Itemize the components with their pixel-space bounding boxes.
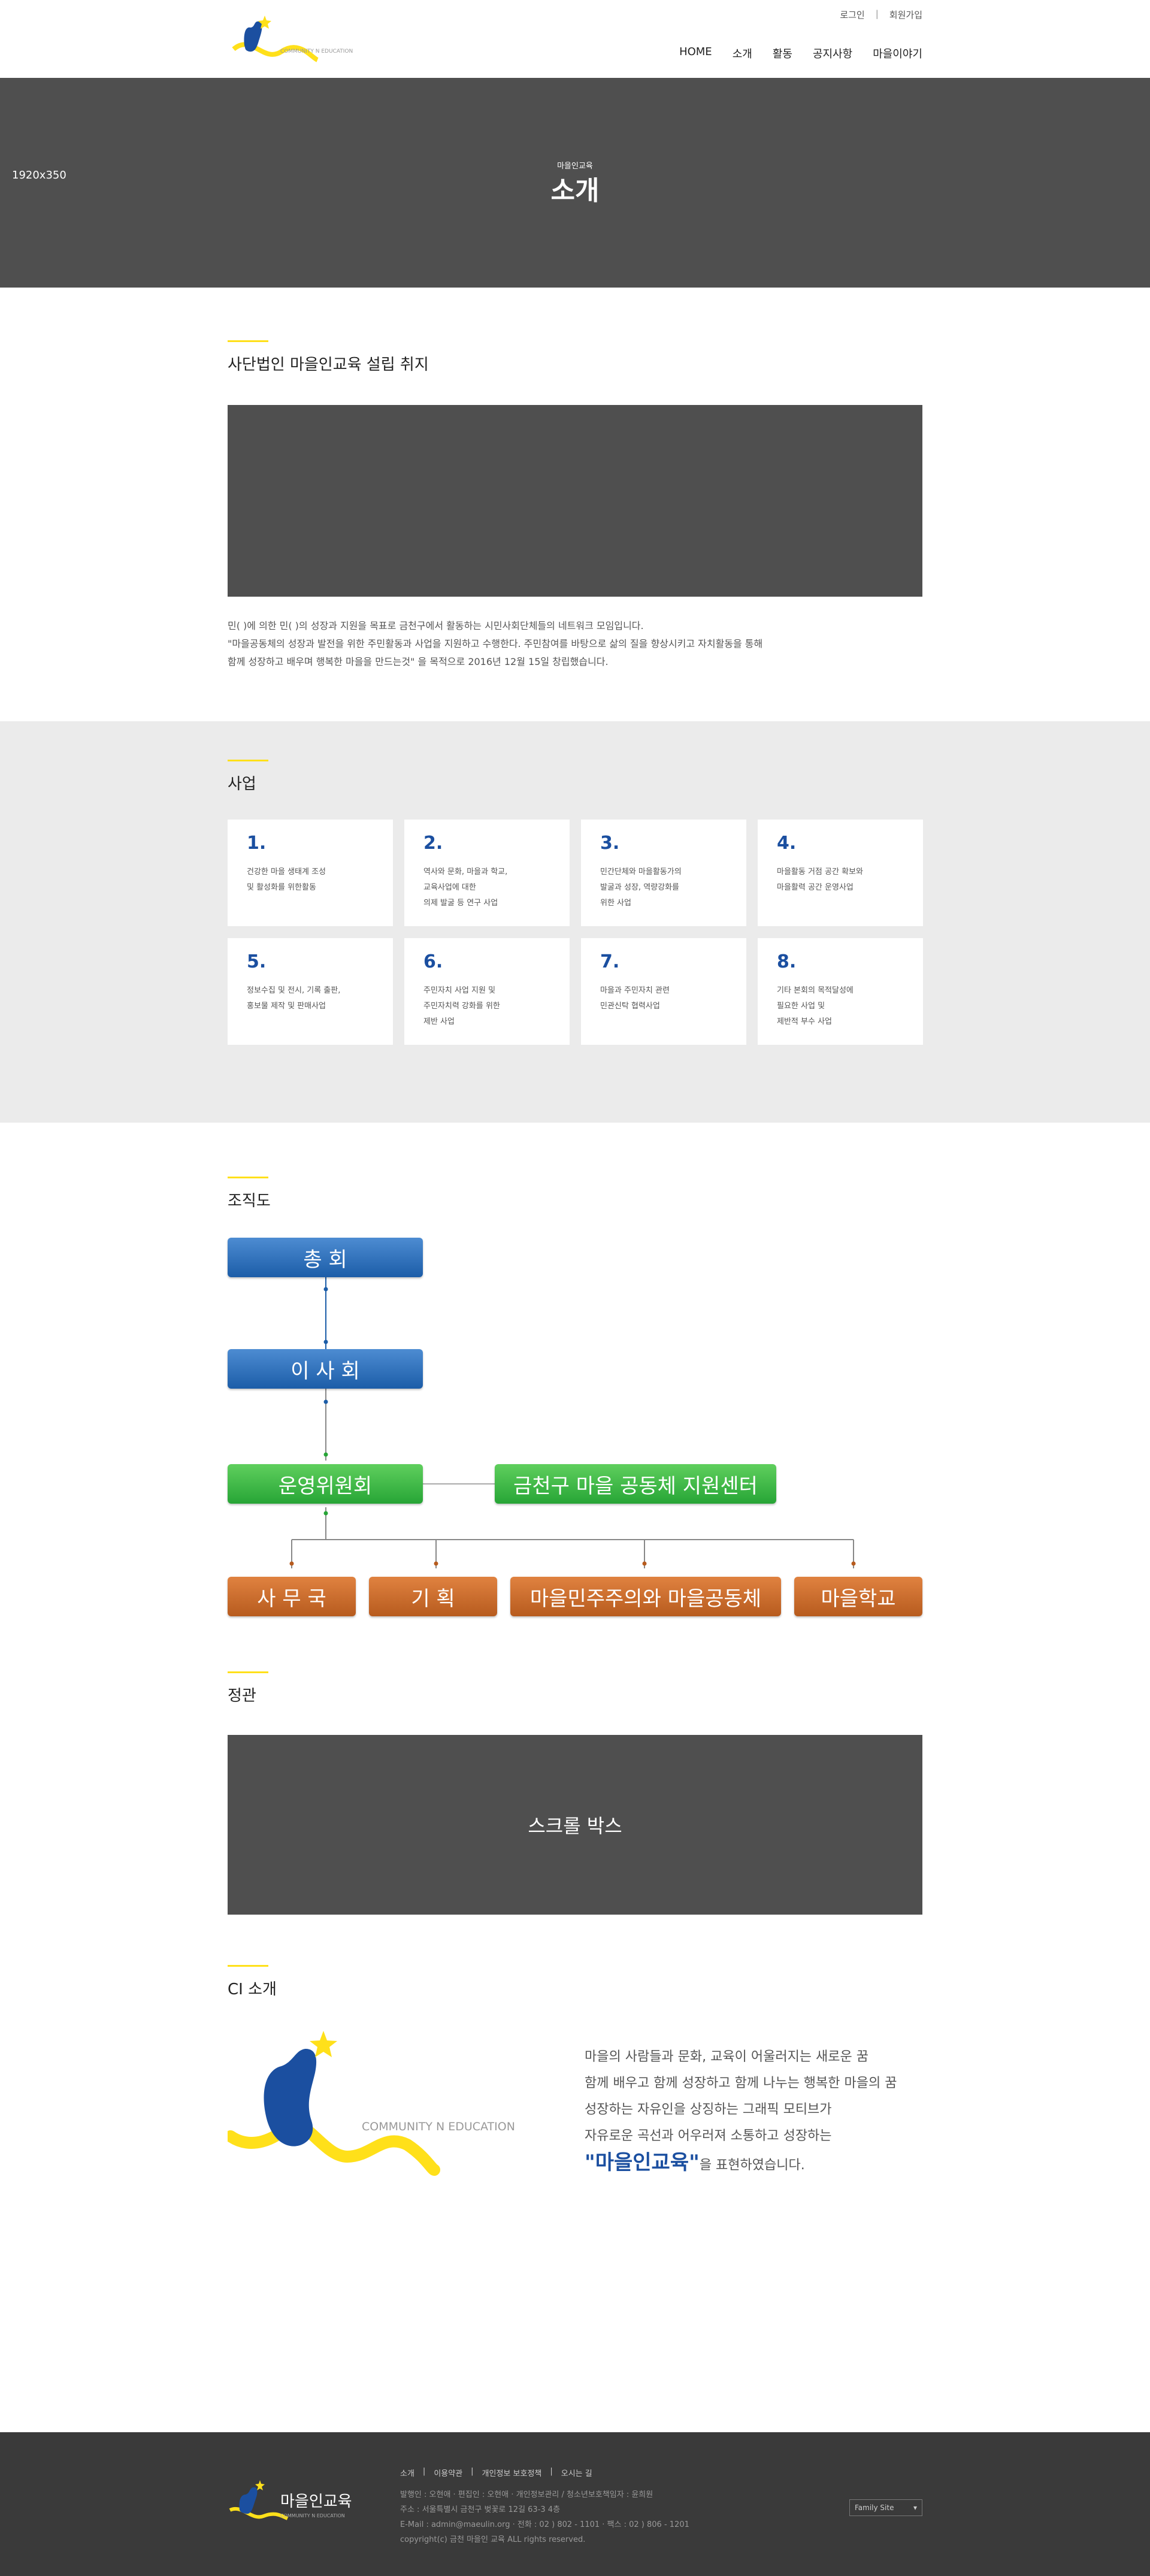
ci-line: 마을의 사람들과 문화, 교육이 어울러지는 새로운 꿈 (585, 2049, 868, 2064)
card-number: 1. (247, 833, 267, 854)
nav-notice[interactable]: 공지사항 (813, 46, 852, 61)
nav-story[interactable]: 마을이야기 (873, 46, 922, 61)
intro-line: 민( )에 의한 민( )의 성장과 지원을 목표로 금천구에서 활동하는 시민… (228, 620, 644, 631)
org-dept: 마을민주주의와 마을공동체 (510, 1577, 781, 1616)
ci-line: 자유로운 곡선과 어우러져 소통하고 성장하는 (585, 2128, 832, 2143)
footer-link-map[interactable]: 오시는 길 (561, 2467, 592, 2478)
org-dept: 기 획 (369, 1577, 497, 1616)
card-number: 8. (777, 951, 797, 972)
divider: | (471, 2467, 474, 2476)
footer-menu: 소개 | 이용약관 | 개인정보 보호정책 | 오시는 길 (400, 2467, 592, 2478)
card-number: 2. (423, 833, 443, 854)
svg-text:COMMUNITY N EDUCATION: COMMUNITY N EDUCATION (280, 2513, 345, 2518)
footer-info-line: E-Mail : admin@maeulin.org · 전화 : 02 ) 8… (400, 2520, 689, 2529)
org-committee: 운영위원회 (228, 1464, 423, 1504)
org-support-center: 금천구 마을 공동체 지원센터 (495, 1464, 776, 1504)
site-footer: 마을인교육 COMMUNITY N EDUCATION 소개 | 이용약관 | 개인… (0, 2432, 1150, 2576)
card-text: 마을과 주민자치 관련 민관신탁 협력사업 (600, 986, 670, 1011)
org-board: 이 사 회 (228, 1349, 423, 1389)
family-site-label: Family Site (855, 2504, 894, 2512)
card-text: 역사와 문화, 마을과 학교, 교육사업에 대한 의제 발굴 등 연구 사업 (423, 867, 508, 908)
footer-info: 발행인 : 오현애 · 편집인 : 오현애 · 개인정보관리 / 청소년보호책임… (400, 2487, 689, 2547)
scroll-box-label: 스크롤 박스 (528, 1815, 622, 1837)
card-text: 주민자치 사업 지원 및 주민자치력 강화를 위한 제반 사업 (423, 986, 500, 1026)
card-number: 3. (600, 833, 620, 854)
footer-logo: 마을인교육 COMMUNITY N EDUCATION (229, 2480, 352, 2520)
intro-title: 사단법인 마을인교육 설립 취지 (228, 356, 429, 374)
util-menu: 로그인 | 회원가입 (840, 8, 922, 21)
business-cards: 1. 건강한 마을 생태계 조성 및 활성화를 위한활동 2. 역사와 문화, 마을… (228, 820, 923, 1045)
divider: | (422, 2467, 426, 2476)
business-card: 2. 역사와 문화, 마을과 학교, 교육사업에 대한 의제 발굴 등 연구 사업 (404, 820, 570, 926)
footer-info-line: copyright(c) 금천 마을인 교육 ALL rights reserv… (400, 2535, 586, 2544)
title-accent (228, 1671, 268, 1673)
ci-tail: 을 표현하였습니다. (699, 2158, 805, 2173)
site-logo[interactable]: COMMUNITY N EDUCATION (228, 10, 359, 69)
title-accent (228, 1177, 268, 1178)
card-text: 건강한 마을 생태계 조성 및 활성화를 위한활동 (247, 867, 326, 892)
card-number: 5. (247, 951, 267, 972)
intro-description: 민( )에 의한 민( )의 성장과 지원을 목표로 금천구에서 활동하는 시민… (228, 617, 910, 671)
divider: | (550, 2467, 553, 2476)
page-title: 소개 (550, 176, 600, 206)
nav-home[interactable]: HOME (679, 46, 712, 61)
footer-info-line: 주소 : 서울특별시 금천구 벚꽃로 12길 63-3 4층 (400, 2505, 561, 2514)
nav-activity[interactable]: 활동 (773, 46, 792, 61)
business-card: 3. 민간단체와 마을활동가의 발굴과 성장, 역량강화를 위한 사업 (581, 820, 746, 926)
org-title: 조직도 (228, 1192, 271, 1210)
svg-text:COMMUNITY N EDUCATION: COMMUNITY N EDUCATION (362, 2120, 515, 2133)
card-number: 4. (777, 833, 797, 854)
intro-line: "마을공동체의 성장과 발전을 위한 주민활동과 사업을 지원하고 수행한다. … (228, 638, 763, 649)
ci-logo: COMMUNITY N EDUCATION (228, 2031, 515, 2176)
card-text: 정보수집 및 전시, 기록 출판, 홍보물 제작 및 판매사업 (247, 986, 341, 1011)
chevron-down-icon: ▾ (913, 2504, 917, 2512)
ci-emphasis-line: "마을인교육"을 표현하였습니다. (585, 2149, 897, 2179)
articles-scroll-box[interactable]: 스크롤 박스 (228, 1735, 922, 1915)
title-accent (228, 340, 268, 342)
nav-intro[interactable]: 소개 (733, 46, 752, 61)
intro-image (228, 405, 922, 597)
business-card: 5. 정보수집 및 전시, 기록 출판, 홍보물 제작 및 판매사업 (228, 938, 393, 1045)
business-section: 사업 1. 건강한 마을 생태계 조성 및 활성화를 위한활동 2. 역사와 문화,… (0, 721, 1150, 1123)
divider: | (875, 8, 879, 19)
footer-link-intro[interactable]: 소개 (400, 2467, 414, 2478)
org-dept: 마을학교 (794, 1577, 922, 1616)
card-number: 6. (423, 951, 443, 972)
sub-visual: 1920x350 마을인교육 소개 (0, 78, 1150, 288)
ci-description: 마을의 사람들과 문화, 교육이 어울러지는 새로운 꿈 함께 배우고 함께 성… (585, 2044, 897, 2179)
ci-title: CI 소개 (228, 1981, 277, 1998)
business-card: 6. 주민자치 사업 지원 및 주민자치력 강화를 위한 제반 사업 (404, 938, 570, 1045)
footer-info-line: 발행인 : 오현애 · 편집인 : 오현애 · 개인정보관리 / 청소년보호책임… (400, 2490, 653, 2499)
card-text: 민간단체와 마을활동가의 발굴과 성장, 역량강화를 위한 사업 (600, 867, 682, 908)
signup-link[interactable]: 회원가입 (889, 8, 922, 21)
org-general-assembly: 총 회 (228, 1238, 423, 1277)
ci-line: 함께 배우고 함께 성장하고 함께 나누는 행복한 마을의 꿈 (585, 2076, 897, 2091)
business-card: 1. 건강한 마을 생태계 조성 및 활성화를 위한활동 (228, 820, 393, 926)
card-text: 마을활동 거점 공간 확보와 마을활력 공간 운영사업 (777, 867, 863, 892)
svg-text:COMMUNITY N EDUCATION: COMMUNITY N EDUCATION (280, 49, 353, 55)
ci-line: 성장하는 자유인을 상징하는 그래픽 모티브가 (585, 2102, 832, 2117)
card-text: 기타 본회의 목적달성에 필요한 사업 및 제반적 부수 사업 (777, 986, 854, 1026)
intro-line: 함께 성장하고 배우며 행복한 마을을 만드는것" 을 목적으로 2016년 1… (228, 656, 609, 667)
business-title: 사업 (228, 775, 256, 793)
svg-text:마을인교육: 마을인교육 (280, 2493, 352, 2511)
card-number: 7. (600, 951, 620, 972)
title-accent (228, 760, 268, 761)
footer-link-privacy[interactable]: 개인정보 보호정책 (482, 2467, 542, 2478)
law-title: 정관 (228, 1687, 256, 1705)
main-nav: HOME 소개 활동 공지사항 마을이야기 (679, 46, 922, 61)
business-card: 8. 기타 본회의 목적달성에 필요한 사업 및 제반적 부수 사업 (758, 938, 923, 1045)
site-header: COMMUNITY N EDUCATION 로그인 | 회원가입 HOME 소개… (0, 0, 1150, 78)
title-accent (228, 1965, 268, 1967)
family-site-select[interactable]: Family Site ▾ (849, 2499, 922, 2516)
business-card: 7. 마을과 주민자치 관련 민관신탁 협력사업 (581, 938, 746, 1045)
org-dept: 사 무 국 (228, 1577, 356, 1616)
business-card: 4. 마을활동 거점 공간 확보와 마을활력 공간 운영사업 (758, 820, 923, 926)
login-link[interactable]: 로그인 (840, 8, 864, 21)
ci-emphasis: "마을인교육" (585, 2151, 700, 2175)
footer-link-terms[interactable]: 이용약관 (434, 2467, 462, 2478)
